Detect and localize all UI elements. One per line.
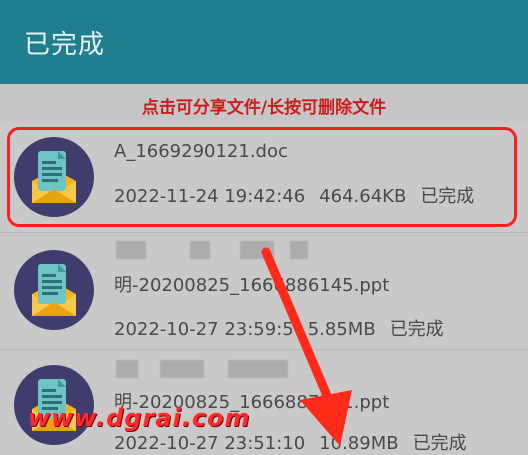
page-title: 已完成: [24, 30, 106, 60]
watermark: www.dgrai.com: [28, 404, 251, 432]
redacted-text: [228, 360, 288, 378]
hint-text: 点击可分享文件/长按可删除文件: [141, 98, 387, 118]
redacted-text: [160, 360, 204, 378]
file-size: 5.85MB: [307, 319, 376, 340]
file-status: 已完成: [412, 433, 467, 454]
file-date: 2022-10-27 23:59:5: [114, 319, 294, 340]
redacted-text: [116, 360, 138, 378]
highlight-box: [7, 127, 517, 227]
document-envelope-icon: [14, 250, 94, 330]
file-meta: 2022-10-27 23:51:10 10.89MB 已完成: [114, 429, 481, 455]
redacted-text: [116, 241, 146, 259]
file-item[interactable]: 明-20200825_1666887191.ppt 2022-10-27 23:…: [0, 350, 528, 455]
redacted-text: [190, 241, 210, 259]
redacted-text: [290, 241, 308, 259]
file-size: 10.89MB: [319, 433, 399, 454]
file-item[interactable]: 明-20200825_1666886145.ppt 2022-10-27 23:…: [0, 233, 528, 349]
redacted-text: [240, 241, 274, 259]
app-bar: 已完成: [0, 0, 528, 84]
file-date: 2022-10-27 23:51:10: [114, 433, 306, 454]
file-name: 明-20200825_1666886145.ppt: [114, 275, 390, 296]
file-meta: 2022-10-27 23:59:5 5.85MB 已完成: [114, 315, 458, 341]
hint-banner: 点击可分享文件/长按可删除文件: [0, 84, 528, 123]
file-status: 已完成: [389, 319, 444, 340]
